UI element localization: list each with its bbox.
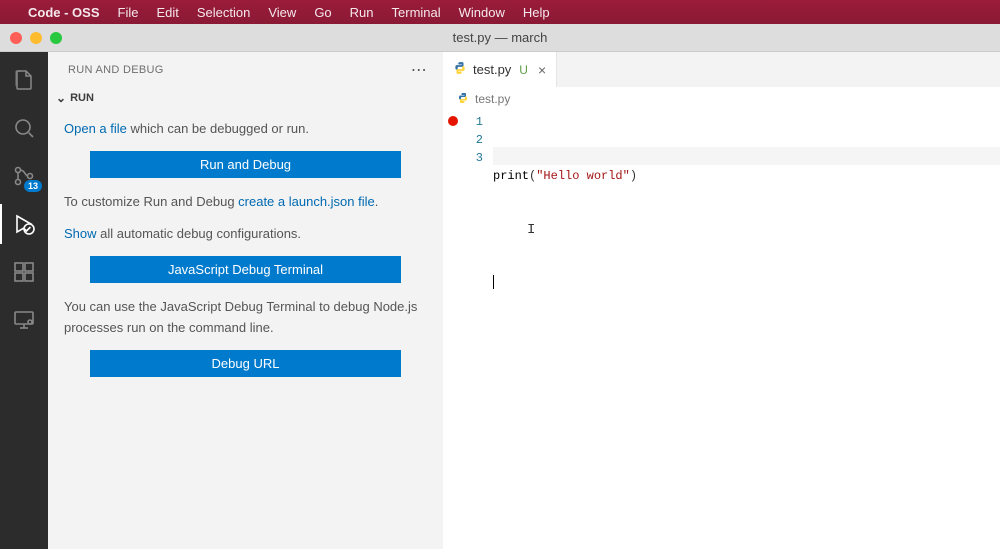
menu-file[interactable]: File: [118, 5, 139, 20]
python-file-icon: [457, 92, 469, 107]
close-tab-icon[interactable]: ×: [538, 62, 546, 78]
traffic-lights: [0, 32, 62, 44]
editor-area: test.py U × test.py 1 2 3 print("Hello w…: [443, 52, 1000, 549]
line-number: 2: [463, 131, 483, 149]
editor-tabs: test.py U ×: [443, 52, 1000, 87]
show-link[interactable]: Show: [64, 226, 97, 241]
js-terminal-desc: You can use the JavaScript Debug Termina…: [64, 297, 427, 337]
remote-icon[interactable]: [0, 300, 48, 340]
tab-test-py[interactable]: test.py U ×: [443, 52, 557, 87]
breakpoint-gutter[interactable]: [443, 111, 463, 549]
customize-text: To customize Run and Debug create a laun…: [64, 192, 427, 212]
menu-help[interactable]: Help: [523, 5, 550, 20]
line-number: 1: [463, 113, 483, 131]
breadcrumb-file: test.py: [475, 92, 510, 106]
extensions-icon[interactable]: [0, 252, 48, 292]
run-and-debug-panel: RUN AND DEBUG ⋯ ⌄ RUN Open a file which …: [48, 52, 443, 549]
source-control-icon[interactable]: 13: [0, 156, 48, 196]
text-cursor-icon: I: [527, 221, 535, 239]
window-title: test.py — march: [453, 30, 548, 45]
tab-modified-indicator: U: [519, 63, 528, 77]
run-and-debug-button[interactable]: Run and Debug: [90, 151, 401, 178]
menu-go[interactable]: Go: [314, 5, 331, 20]
open-file-text: Open a file which can be debugged or run…: [64, 119, 427, 139]
code-content[interactable]: print("Hello world") I: [493, 111, 1000, 549]
macos-menubar: Code - OSS File Edit Selection View Go R…: [0, 0, 1000, 24]
active-line-highlight: [493, 147, 1000, 165]
menu-terminal[interactable]: Terminal: [392, 5, 441, 20]
app-name[interactable]: Code - OSS: [28, 5, 100, 20]
breadcrumbs[interactable]: test.py: [443, 87, 1000, 111]
create-launch-json-link[interactable]: create a launch.json file: [238, 194, 375, 209]
line-numbers: 1 2 3: [463, 111, 493, 549]
menu-run[interactable]: Run: [350, 5, 374, 20]
menu-window[interactable]: Window: [459, 5, 505, 20]
menu-edit[interactable]: Edit: [156, 5, 178, 20]
menu-selection[interactable]: Selection: [197, 5, 250, 20]
activity-bar: 13: [0, 52, 48, 549]
breakpoint-icon[interactable]: [448, 116, 458, 126]
run-section-header[interactable]: ⌄ RUN: [48, 87, 443, 109]
window-titlebar: test.py — march: [0, 24, 1000, 52]
js-debug-terminal-button[interactable]: JavaScript Debug Terminal: [90, 256, 401, 283]
fullscreen-window-button[interactable]: [50, 32, 62, 44]
debug-url-button[interactable]: Debug URL: [90, 350, 401, 377]
panel-title: RUN AND DEBUG: [68, 64, 164, 76]
search-icon[interactable]: [0, 108, 48, 148]
run-section-body: Open a file which can be debugged or run…: [48, 109, 443, 401]
line-number: 3: [463, 149, 483, 167]
open-file-link[interactable]: Open a file: [64, 121, 127, 136]
minimize-window-button[interactable]: [30, 32, 42, 44]
menu-view[interactable]: View: [268, 5, 296, 20]
show-text: Show all automatic debug configurations.: [64, 224, 427, 244]
editor-caret: [493, 275, 494, 289]
panel-header: RUN AND DEBUG ⋯: [48, 52, 443, 87]
python-file-icon: [453, 61, 467, 78]
code-editor[interactable]: 1 2 3 print("Hello world") I: [443, 111, 1000, 549]
explorer-icon[interactable]: [0, 60, 48, 100]
tab-filename: test.py: [473, 62, 511, 77]
panel-more-icon[interactable]: ⋯: [411, 60, 427, 80]
chevron-down-icon: ⌄: [56, 91, 66, 105]
section-label: RUN: [70, 92, 94, 104]
close-window-button[interactable]: [10, 32, 22, 44]
run-debug-icon[interactable]: [0, 204, 48, 244]
scm-badge: 13: [24, 180, 42, 192]
